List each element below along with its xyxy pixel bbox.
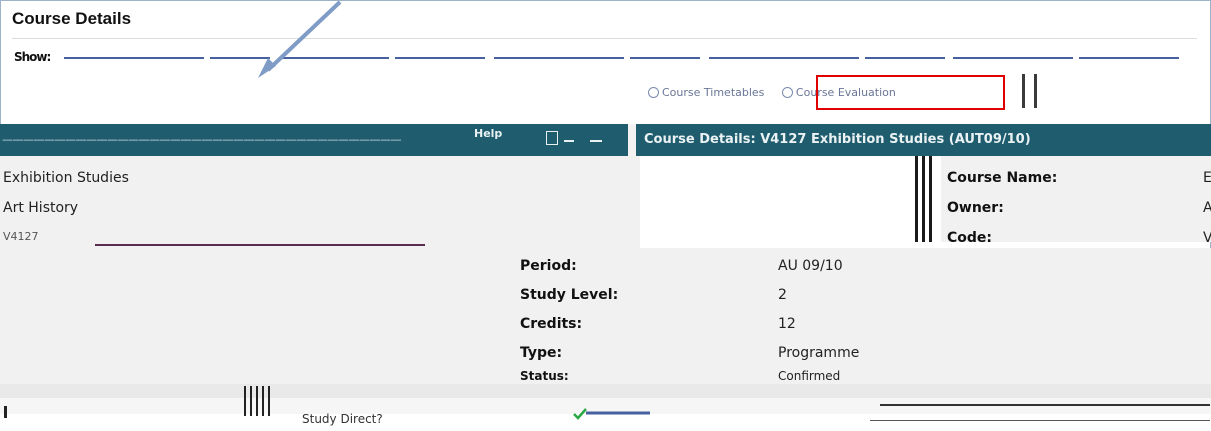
detail-value: AU 09/10 <box>778 258 843 274</box>
panel-gap <box>628 124 636 156</box>
course-summary: Course Name: Owner: Code: <box>941 156 1211 246</box>
annotation-arrow <box>258 0 342 78</box>
footer-rule <box>880 404 1210 406</box>
course-list-header: —————————————————————————————————————— H… <box>0 124 628 156</box>
radio-icon[interactable] <box>648 87 659 98</box>
highlight-box <box>816 75 1005 110</box>
footer-area: Study Direct? <box>0 384 1211 431</box>
course-list: Exhibition Studies Art History V4127 <box>0 156 640 248</box>
summary-label: Course Name: <box>947 170 1058 186</box>
summary-value: A <box>1203 200 1211 216</box>
summary-label: Owner: <box>947 200 1004 216</box>
detail-label: Type: <box>520 345 563 361</box>
detail-value: Programme <box>778 345 860 361</box>
summary-value: V <box>1203 230 1211 246</box>
detail-label: Status: <box>520 369 569 383</box>
header-label: —————————————————————————————————————— <box>2 133 402 146</box>
separator-bars <box>1022 74 1040 108</box>
pane-splitter[interactable] <box>915 156 939 242</box>
dotted-rule <box>95 244 425 246</box>
cursor-marker <box>4 406 7 418</box>
collapse-icon[interactable] <box>590 140 602 142</box>
list-item[interactable]: Art History <box>3 200 78 216</box>
detail-label: Period: <box>520 258 577 274</box>
detail-value: 12 <box>778 316 796 332</box>
course-details-title: Course Details: V4127 Exhibition Studies… <box>644 132 1031 147</box>
list-item[interactable]: Exhibition Studies <box>3 170 129 186</box>
detail-value: Confirmed <box>778 369 841 383</box>
detail-label: Credits: <box>520 316 583 332</box>
study-direct-label: Study Direct? <box>302 412 383 426</box>
minimize-icon[interactable] <box>564 140 574 142</box>
radio-icon[interactable] <box>781 87 793 98</box>
page-icon[interactable] <box>546 131 558 145</box>
detail-label: Study Level: <box>520 287 619 303</box>
summary-label: Code: <box>947 230 993 246</box>
footer-rule <box>870 420 1210 421</box>
summary-value: E <box>1203 170 1211 186</box>
option-label: Course Timetables <box>662 86 765 99</box>
detail-value: 2 <box>778 287 787 303</box>
list-item[interactable]: V4127 <box>3 230 39 243</box>
footer-strip <box>0 384 1211 398</box>
separator-bars <box>244 386 292 416</box>
option-course-timetables[interactable]: Course Timetables <box>648 86 764 99</box>
course-details-table: Period: AU 09/10 Study Level: 2 Credits:… <box>0 248 1211 384</box>
check-icon <box>573 408 650 420</box>
help-link[interactable]: Help <box>474 128 502 139</box>
course-details-header: Course Details: V4127 Exhibition Studies… <box>636 124 1211 156</box>
